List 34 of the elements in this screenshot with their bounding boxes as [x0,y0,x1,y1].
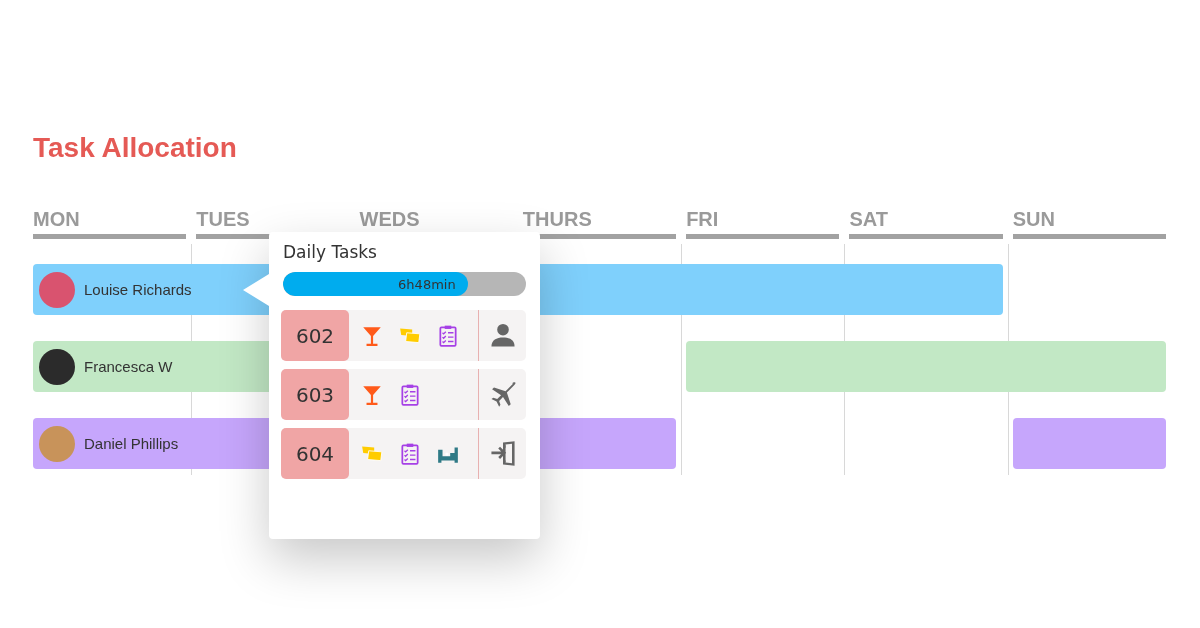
shift-cell[interactable]: Louise Richards [33,264,197,315]
clipboard-icon [399,442,421,465]
room-number: 603 [281,369,349,420]
cocktail-glass-icon [361,324,383,347]
day-header: MON [33,206,187,239]
avatar-placeholder [39,271,75,308]
shift-cell[interactable] [1012,418,1166,469]
popup-title: Daily Tasks [283,242,378,262]
shift-cell[interactable]: Daniel Phillips [33,418,197,469]
avatar-placeholder [39,425,75,462]
staff-name: Louise Richards [84,281,192,298]
staff-name: Daniel Phillips [84,435,179,452]
shift-cell[interactable] [1012,341,1166,392]
door-arrow-icon [489,440,516,467]
clipboard-icon [437,324,459,347]
day-header: SAT [849,206,1003,239]
shift-cell[interactable] [686,341,850,392]
shift-cell[interactable] [849,264,1003,315]
avatar-placeholder [39,348,75,385]
clipboard-icon [399,383,421,406]
shift-cell[interactable]: Francesca W [33,341,197,392]
room-number: 602 [281,310,349,361]
room-number: 604 [281,428,349,479]
room-row[interactable]: 602 [281,310,526,361]
day-header: SUN [1012,206,1166,239]
room-row[interactable]: 604 [281,428,526,479]
time-reading: 6h48min [398,276,456,292]
person-icon [489,322,516,349]
day-header: FRI [686,206,840,239]
staff-name: Francesca W [84,358,173,375]
page-title: Task Allocation [33,132,237,164]
room-row[interactable]: 603 [281,369,526,420]
airplane-icon [489,381,516,408]
cocktail-glass-icon [361,383,383,406]
